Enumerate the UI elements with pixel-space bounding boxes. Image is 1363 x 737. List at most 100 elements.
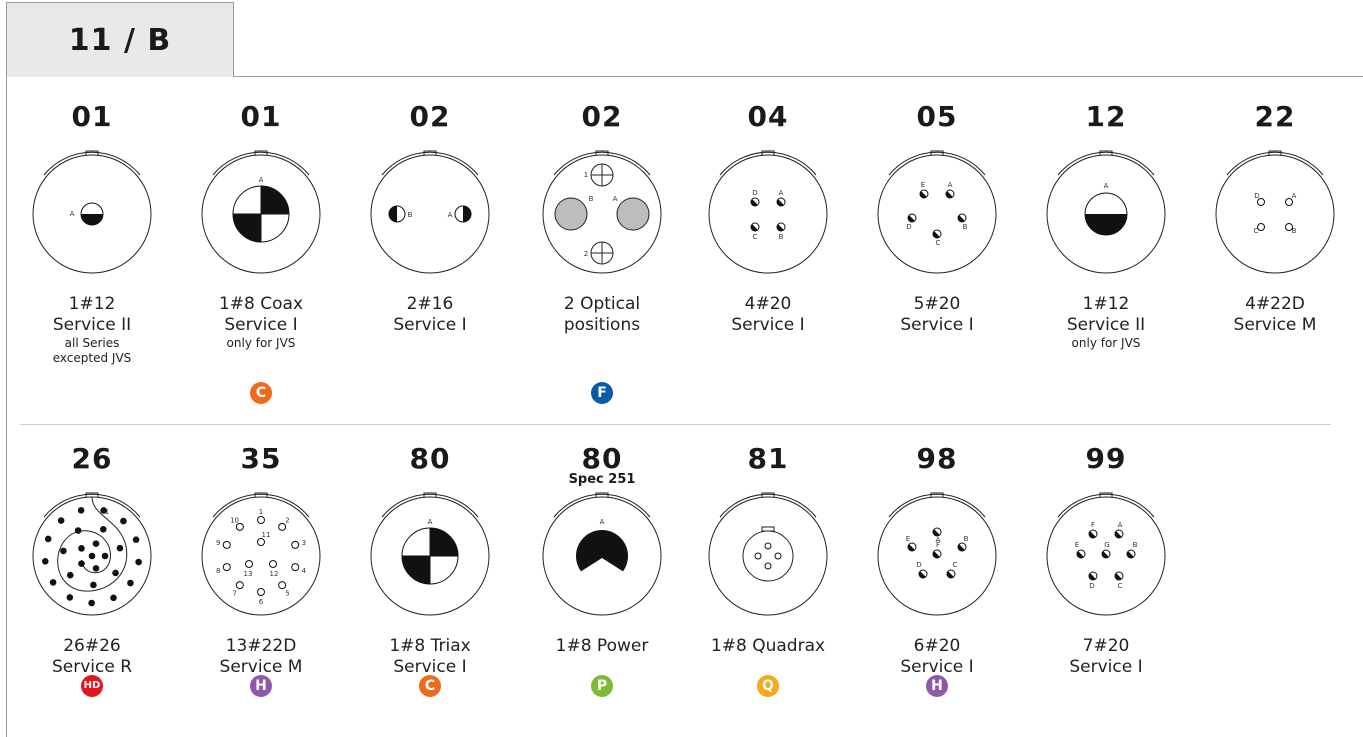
- contact-description: 1#8 Coax Service Ionly for JVS: [176, 294, 346, 351]
- contact-pin: [232, 185, 290, 243]
- contact-description: 2#16 Service I: [345, 294, 515, 336]
- contact-pin: [1088, 529, 1098, 539]
- key: [761, 526, 775, 532]
- connector-diagram: 1 2 3 4 5 6 7 8 9 10 11 12 13: [196, 464, 326, 618]
- contact-pin: [257, 588, 265, 596]
- contact-pin: [135, 558, 142, 566]
- connector-cell-81: 81 1#8 Quadrax Q: [683, 442, 853, 737]
- pin-label: C: [1118, 582, 1123, 590]
- contact-pin: [90, 581, 97, 589]
- pin-label: 4: [302, 567, 307, 575]
- connector-diagram: F A E G B D C: [1041, 464, 1171, 618]
- pin-label: C: [936, 239, 941, 247]
- optical-contact: [616, 197, 650, 231]
- contact-pin: [77, 506, 85, 514]
- description-line: 13#22D: [225, 636, 297, 656]
- connector-cell-99: 99 F A E G B D C 7#20 Service I: [1021, 442, 1191, 737]
- contact-pin: [401, 527, 459, 585]
- contact-pin: [245, 560, 253, 568]
- contact-pin: [454, 205, 472, 223]
- contact-pin: [110, 594, 117, 602]
- contact-pin: [269, 560, 277, 568]
- optical-position: [590, 241, 614, 265]
- description-line: 2 Optical: [563, 294, 641, 314]
- description-line: Service II: [1066, 315, 1146, 335]
- contact-pin: [78, 560, 85, 567]
- pin-label: 13: [244, 570, 253, 578]
- description-line: 1#12: [68, 294, 116, 314]
- pin-label: A: [779, 189, 784, 197]
- contact-description: 13#22D Service M: [176, 636, 346, 678]
- contact-type-badge: F: [591, 382, 613, 404]
- connector-cell-01: 01 A 1#12 Service II all Series excepted JVS: [7, 100, 177, 395]
- connector-cell-02: 02 B A 2#16 Service I: [345, 100, 515, 395]
- description-line: 1#8 Triax: [389, 636, 471, 656]
- contact-description: 1#12 Service II all Series excepted JVS: [7, 294, 177, 366]
- contact-pin: [1076, 549, 1086, 559]
- pin-label: C: [953, 561, 958, 569]
- contact-pin: [946, 569, 956, 579]
- pin-label: 7: [232, 589, 236, 597]
- connector-cell-05: 05 E A D B C 5#20 Service I: [852, 100, 1022, 395]
- contact-description: 1#8 Triax Service I: [345, 636, 515, 678]
- connector-cell-01: 01 A 1#8 Coax Service Ionly for JVS C: [176, 100, 346, 404]
- description-line: Service M: [1233, 315, 1317, 335]
- pin-label: E: [921, 181, 925, 189]
- contact-pin: [88, 599, 95, 607]
- contact-pin: [112, 569, 119, 577]
- connector-cell-26: 26 1 26#26 Service R HD: [7, 442, 177, 737]
- pin-label: 1: [584, 171, 588, 179]
- connector-cell-80: 80 A 1#8 Triax Service IC: [345, 442, 515, 737]
- contact-pin: [918, 569, 928, 579]
- contact-pin: [764, 562, 772, 570]
- contact-pin: [41, 557, 49, 565]
- description-line: 1#8 Quadrax: [710, 636, 826, 656]
- contact-pin: [44, 535, 52, 543]
- description-line: Service II: [52, 315, 132, 335]
- connector-diagram: D A C B: [1210, 122, 1340, 276]
- series-note: only for JVS: [226, 336, 296, 350]
- pin-label: E: [1075, 541, 1079, 549]
- contact-pin: [222, 540, 231, 549]
- contact-type-badge: Q: [757, 675, 779, 697]
- contact-pin: [120, 517, 127, 525]
- connector-cell-12: 12 A 1#12 Service II only for JVS: [1021, 100, 1191, 395]
- pin-label: 2: [285, 517, 289, 525]
- contact-description: 2 Optical positions: [517, 294, 687, 336]
- pin-label: B: [779, 233, 784, 241]
- contact-pin: [66, 571, 74, 579]
- pin-label: B: [1292, 227, 1297, 235]
- pin-label: 12: [270, 570, 279, 578]
- contact-pin: [291, 563, 300, 572]
- pin-label: B: [963, 223, 968, 231]
- contact-pin: [1088, 571, 1098, 581]
- pin-label: 8: [216, 567, 220, 575]
- pin-label: 1: [259, 508, 263, 516]
- contact-pin: [60, 547, 67, 555]
- pin-label: B: [589, 195, 594, 203]
- connector-diagram: E A D B C: [872, 122, 1002, 276]
- pin-label: G: [1104, 541, 1109, 549]
- pin-label: C: [1254, 227, 1259, 235]
- connector-diagram: A: [365, 464, 495, 618]
- optical-contact: [554, 197, 588, 231]
- contact-type-badge: P: [591, 675, 613, 697]
- contact-pin: [116, 544, 124, 552]
- connector-diagram: 1 B A 2: [537, 122, 667, 276]
- contact-description: 1#8 Quadrax: [683, 636, 853, 657]
- pin-label: 9: [216, 539, 220, 547]
- contact-pin: [576, 530, 628, 585]
- contact-pin: [78, 545, 85, 552]
- pin-label: A: [448, 211, 453, 219]
- contact-pin: [92, 565, 100, 572]
- contact-pin: [907, 213, 917, 223]
- pin-label: A: [600, 518, 605, 526]
- contact-pin: [57, 517, 65, 524]
- contact-pin: [932, 527, 942, 537]
- pin-label: D: [1254, 192, 1259, 200]
- connector-body: [1215, 154, 1335, 274]
- connector-diagram: A: [1041, 122, 1171, 276]
- pin-label: A: [1118, 521, 1123, 529]
- connector-diagram: BA: [365, 122, 495, 276]
- pin-label: A: [1104, 182, 1109, 190]
